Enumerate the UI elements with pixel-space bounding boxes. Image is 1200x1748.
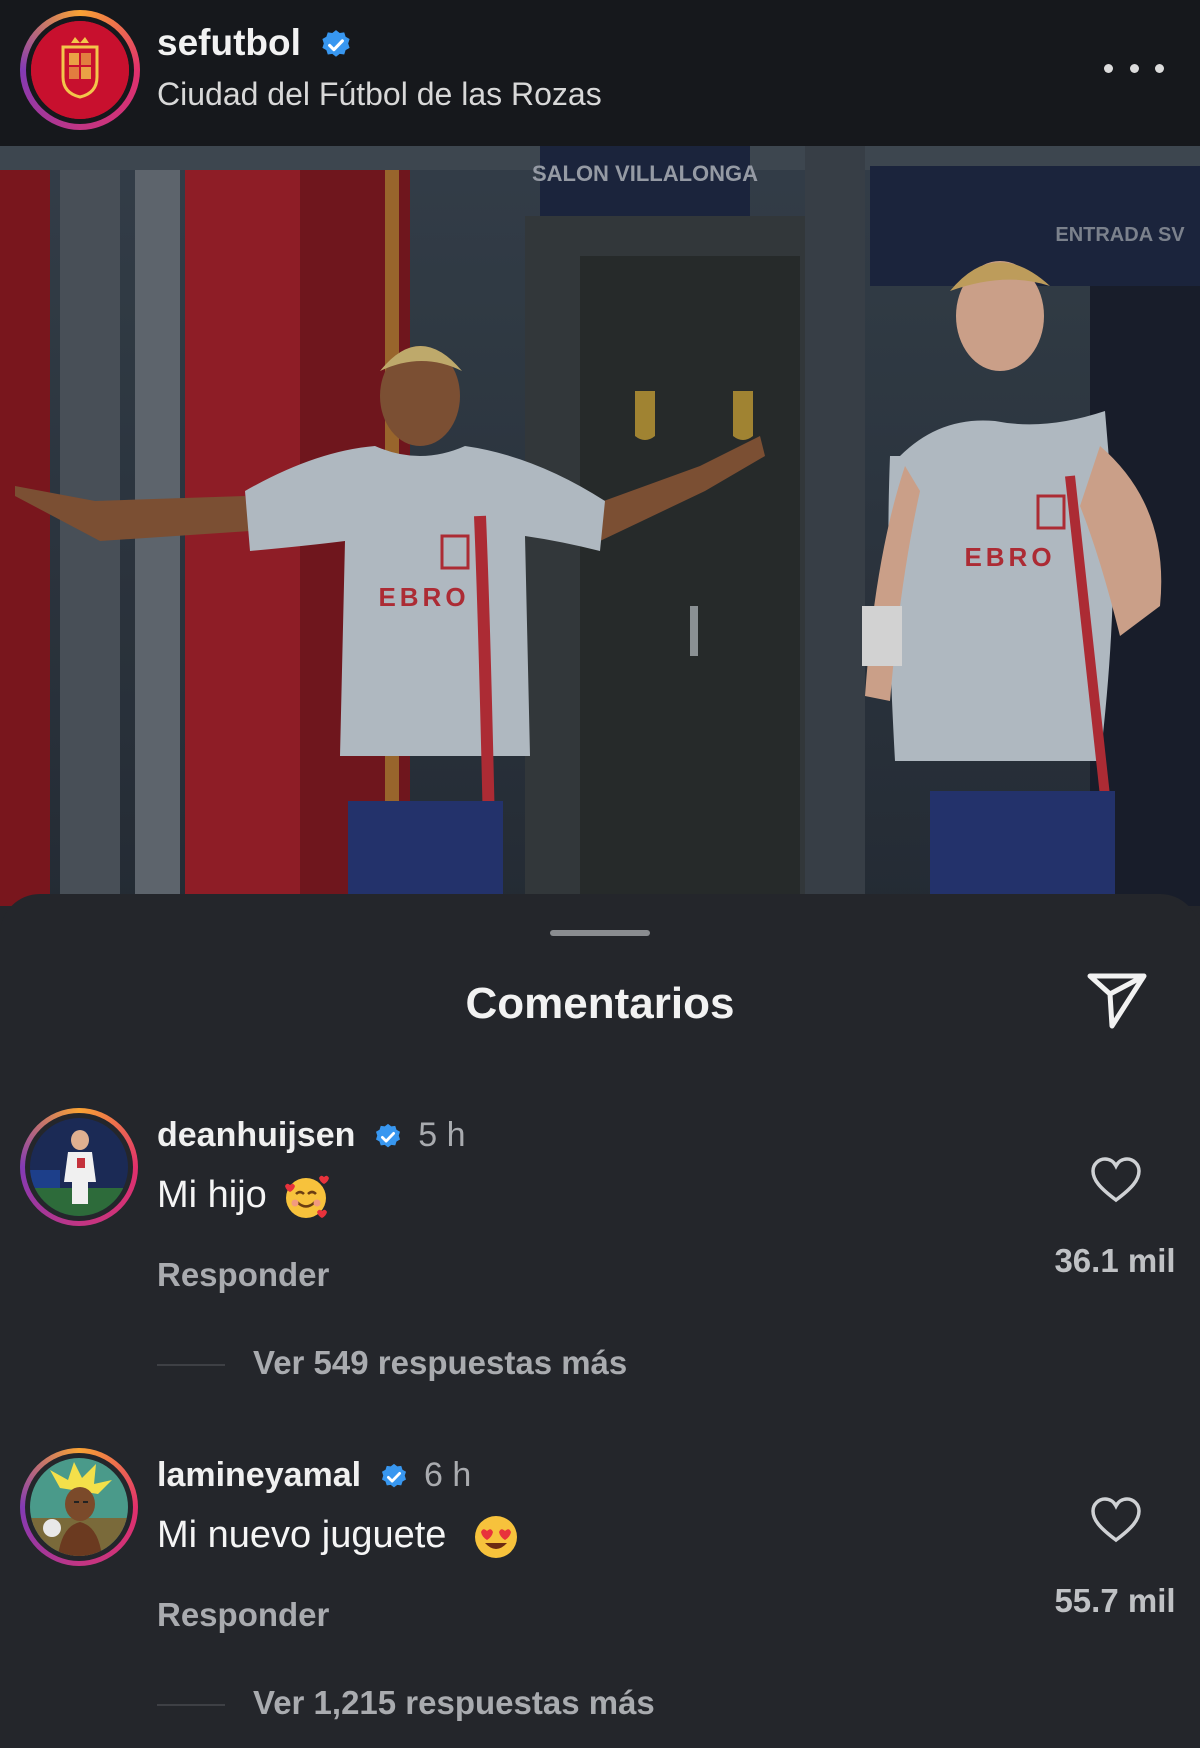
replies-divider <box>157 1704 225 1707</box>
verified-badge-icon <box>322 30 350 57</box>
view-more-replies[interactable]: Ver 549 respuestas más <box>157 1344 627 1382</box>
comment-time: 6 h <box>424 1456 472 1494</box>
comments-title: Comentarios <box>465 979 735 1028</box>
verified-badge-icon <box>381 1463 406 1488</box>
drag-handle[interactable] <box>550 930 650 936</box>
deanhuijsen-avatar[interactable] <box>30 1118 128 1216</box>
comment-text: Mi hijo <box>157 1172 331 1222</box>
comment-text: Mi nuevo juguete <box>157 1512 521 1562</box>
heart-eyes-icon <box>474 1516 517 1558</box>
comment-item: lamineyamal 6 h Mi nuevo juguete Respond… <box>0 1448 1200 1748</box>
reply-button[interactable]: Responder <box>157 1596 329 1634</box>
post-header: sefutbol Ciudad del Fútbol de las Rozas <box>0 0 1200 146</box>
story-ring[interactable] <box>20 1108 138 1226</box>
heart-icon[interactable] <box>1090 1496 1142 1544</box>
comment-username[interactable]: lamineyamal 6 h <box>157 1456 471 1495</box>
lamineyamal-avatar[interactable] <box>30 1458 128 1556</box>
replies-divider <box>157 1364 225 1367</box>
sefutbol-avatar[interactable] <box>31 21 129 119</box>
like-count: 36.1 mil <box>1054 1242 1176 1279</box>
spain-crest-icon <box>31 21 129 119</box>
post-username[interactable]: sefutbol <box>157 22 353 64</box>
comments-sheet: Comentarios deanhuijsen 5 h Mi hijo Resp… <box>0 894 1200 1741</box>
heart-icon[interactable] <box>1090 1156 1142 1204</box>
more-options-icon[interactable] <box>1104 48 1164 88</box>
share-icon[interactable] <box>1082 964 1152 1034</box>
avatar-photo <box>30 1118 128 1216</box>
avatar-illustration <box>30 1458 128 1556</box>
comment-username[interactable]: deanhuijsen 5 h <box>157 1116 466 1155</box>
comment-item: deanhuijsen 5 h Mi hijo Responder 36.1 m… <box>0 1108 1200 1408</box>
view-more-replies[interactable]: Ver 1,215 respuestas más <box>157 1684 655 1722</box>
like-count: 55.7 mil <box>1054 1582 1176 1619</box>
post-location[interactable]: Ciudad del Fútbol de las Rozas <box>157 76 602 113</box>
post-photo[interactable]: SALON VILLALONGA ENTRADA SV EBRO EBRO <box>0 146 1200 906</box>
players-photo: SALON VILLALONGA ENTRADA SV EBRO EBRO <box>0 146 1200 906</box>
verified-badge-icon <box>375 1123 400 1148</box>
smiling-face-with-hearts-icon <box>285 1175 330 1218</box>
story-ring[interactable] <box>20 10 140 130</box>
story-ring[interactable] <box>20 1448 138 1566</box>
reply-button[interactable]: Responder <box>157 1256 329 1294</box>
comment-time: 5 h <box>418 1116 466 1154</box>
